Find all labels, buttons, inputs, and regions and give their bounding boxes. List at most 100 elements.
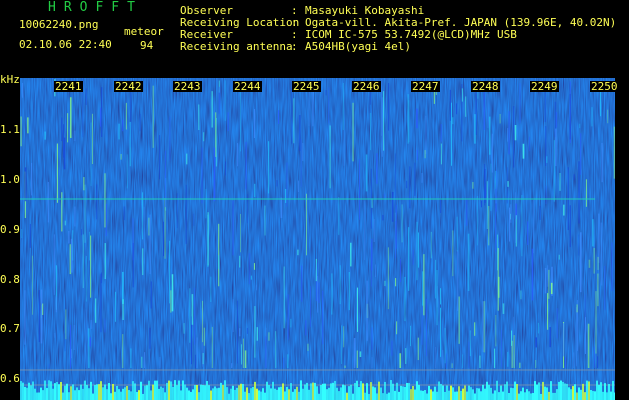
signal-level-bar [26, 387, 28, 400]
signal-level-bar [422, 390, 424, 400]
signal-level-bar [462, 388, 464, 400]
signal-level-bar [540, 393, 542, 400]
signal-level-bar [114, 391, 116, 400]
signal-level-bar [144, 385, 146, 400]
signal-level-bar [614, 392, 615, 400]
signal-level-bar [604, 383, 606, 400]
signal-level-bar [328, 387, 330, 400]
signal-level-bar [254, 381, 256, 400]
signal-level-bar [170, 381, 172, 400]
signal-level-bar [590, 390, 592, 400]
signal-level-bar [548, 391, 550, 400]
signal-level-bar [406, 382, 408, 400]
signal-level-bar [610, 391, 612, 400]
signal-level-bar [278, 387, 280, 400]
signal-level-bar [42, 390, 44, 400]
signal-level-bar [428, 385, 430, 400]
signal-level-bar [228, 393, 230, 400]
signal-level-bar [180, 390, 182, 400]
signal-level-bar [572, 386, 574, 400]
capture-datetime: 02.10.06 22:40 [19, 38, 112, 51]
file-name: 10062240.png [19, 18, 99, 31]
signal-level-bar [582, 383, 584, 400]
time-tick-label: 2243 [173, 80, 202, 93]
signal-level-bar [340, 387, 342, 400]
signal-level-bar [160, 386, 162, 400]
signal-level-bar [332, 382, 334, 400]
time-tick-label: 2242 [114, 80, 143, 93]
signal-level-bar [594, 391, 596, 400]
signal-level-bar [408, 382, 410, 400]
signal-level-bar [336, 387, 338, 400]
signal-level-bar [484, 388, 486, 400]
signal-level-bar [166, 382, 168, 400]
signal-level-bar [164, 392, 166, 400]
signal-level-bar [294, 389, 296, 400]
signal-level-bar [120, 391, 122, 400]
signal-level-bar [386, 393, 388, 400]
signal-level-bar [478, 388, 480, 400]
signal-level-bar [374, 387, 376, 400]
spectrogram-noise [20, 78, 615, 400]
signal-level-bar [96, 384, 98, 400]
signal-level-bar [206, 380, 208, 400]
signal-level-bar [58, 384, 60, 400]
signal-level-bar [244, 391, 246, 400]
signal-level-bar [258, 390, 260, 400]
signal-level-bar [296, 386, 298, 400]
signal-level-bar [444, 391, 446, 400]
signal-level-bar [518, 393, 520, 400]
signal-level-bar [536, 384, 538, 400]
signal-level-bar [446, 385, 448, 400]
signal-level-bar [98, 384, 100, 400]
signal-level-bar [130, 391, 132, 400]
signal-level-bar [380, 387, 382, 400]
separator: : [291, 4, 298, 17]
signal-level-bar [132, 381, 134, 400]
signal-level-bar [452, 387, 454, 400]
signal-level-bar [456, 391, 458, 400]
signal-level-bar [562, 381, 564, 400]
signal-level-bar [338, 391, 340, 400]
signal-level-bar [418, 384, 420, 400]
signal-level-bar [72, 384, 74, 400]
signal-level-bar [366, 383, 368, 400]
signal-level-bar [542, 381, 544, 400]
signal-level-bar [24, 386, 26, 400]
signal-level-bar [94, 384, 96, 400]
signal-level-bar [350, 384, 352, 400]
signal-level-bar [128, 390, 130, 400]
signal-level-bar [476, 388, 478, 400]
signal-level-bar [28, 382, 30, 400]
signal-level-bar [554, 392, 556, 400]
signal-level-bar [514, 381, 516, 400]
receiver-label: Receiver [180, 28, 233, 41]
signal-level-bar [138, 390, 140, 400]
signal-level-bar [320, 384, 322, 400]
signal-level-bar [538, 382, 540, 400]
signal-level-bar [276, 389, 278, 400]
signal-level-bar [116, 385, 118, 400]
signal-level-bar [264, 392, 266, 400]
signal-level-bar [578, 387, 580, 400]
signal-level-bar [414, 389, 416, 400]
signal-level-bar [394, 390, 396, 400]
signal-level-bar [564, 383, 566, 400]
signal-level-bar [360, 381, 362, 400]
signal-level-bar [416, 381, 418, 400]
location-label: Receiving Location [180, 16, 300, 29]
signal-level-bar [70, 386, 72, 400]
signal-level-bar [64, 385, 66, 400]
signal-level-bar [342, 384, 344, 400]
signal-level-bar [430, 389, 432, 400]
signal-level-bar [246, 387, 248, 400]
y-tick-label: 0.6 [0, 372, 20, 385]
antenna-label: Receiving antenna [180, 40, 293, 53]
signal-level-bar [168, 380, 170, 400]
time-tick-label: 2248 [471, 80, 500, 93]
signal-level-bar [212, 388, 214, 400]
signal-level-bar [62, 392, 64, 400]
signal-level-bar [252, 386, 254, 400]
signal-level-bar [78, 390, 80, 400]
signal-level-bar [378, 381, 380, 400]
